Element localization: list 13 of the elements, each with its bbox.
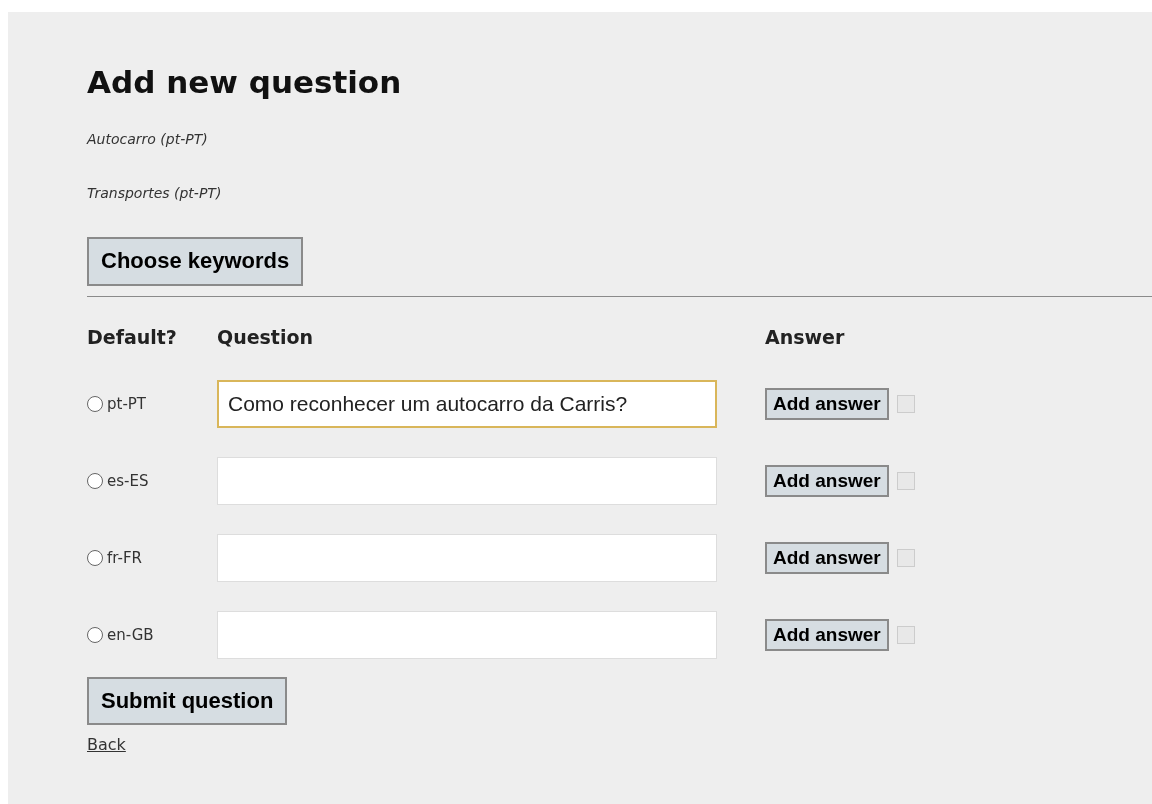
submit-button[interactable]: Submit question bbox=[87, 677, 288, 726]
language-label: pt-PT bbox=[107, 393, 147, 415]
subtitle-text: Autocarro (pt-PT) bbox=[87, 130, 209, 150]
page-title: Add new question bbox=[87, 64, 403, 102]
column-header: Default? bbox=[87, 325, 177, 348]
language-label: en-GB bbox=[107, 624, 154, 646]
language-label: fr-FR bbox=[107, 547, 142, 569]
choose-keywords-button[interactable]: Choose keywords bbox=[87, 237, 304, 286]
column-header: Answer bbox=[765, 325, 845, 348]
language-label: es-ES bbox=[107, 470, 149, 492]
subtitle-text: Transportes (pt-PT) bbox=[87, 184, 223, 204]
back-link[interactable]: Back bbox=[87, 735, 126, 755]
column-header: Question bbox=[217, 325, 314, 348]
